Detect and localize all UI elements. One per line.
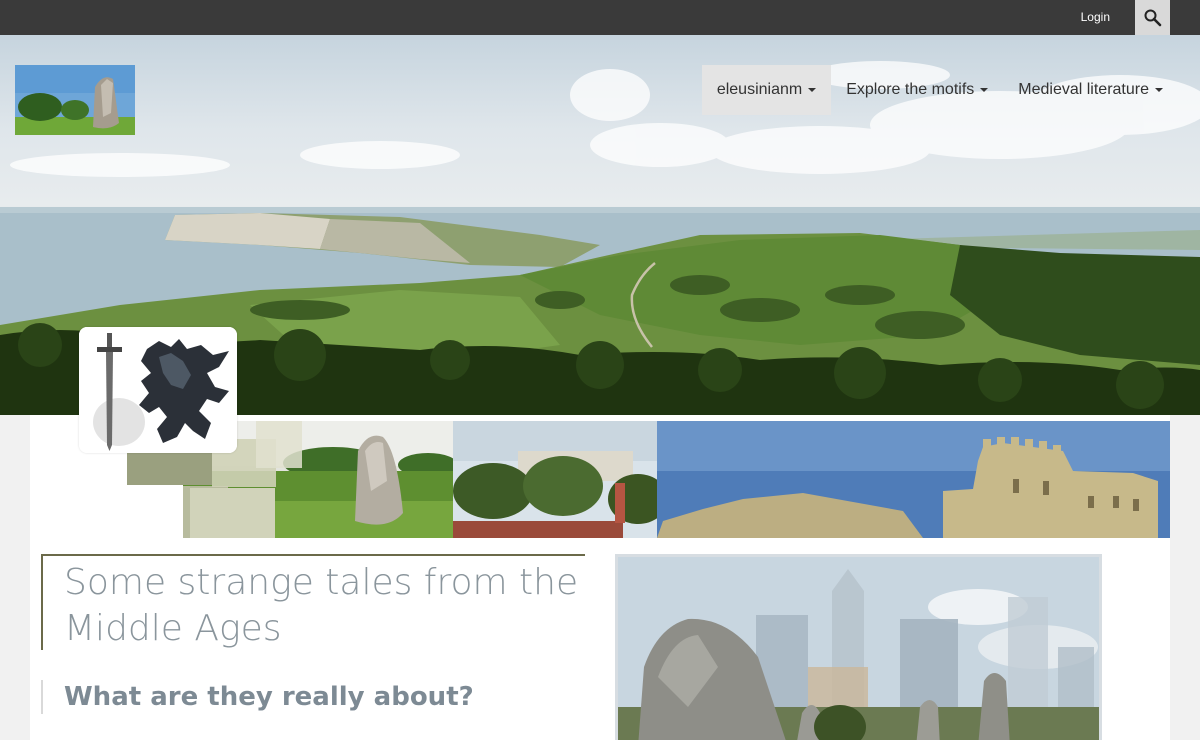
caret-down-icon bbox=[808, 87, 817, 92]
image-strip-collage bbox=[183, 421, 1170, 538]
site-logo[interactable] bbox=[15, 65, 135, 135]
page-title: Some strange tales from the Middle Ages bbox=[64, 562, 579, 649]
caret-down-icon bbox=[980, 87, 989, 92]
main-nav: eleusinianm Explore the motifs Medieval … bbox=[701, 65, 1178, 115]
page-subtitle-block: What are they really about? bbox=[41, 680, 585, 714]
nav-item-medieval-literature[interactable]: Medieval literature bbox=[1003, 65, 1178, 115]
nav-item-explore-motifs[interactable]: Explore the motifs bbox=[831, 65, 1003, 115]
search-icon bbox=[1144, 9, 1161, 26]
heraldic-emblem[interactable] bbox=[79, 327, 237, 453]
decorative-square bbox=[256, 421, 302, 468]
page-title-block: Some strange tales from the Middle Ages bbox=[41, 554, 585, 650]
decorative-square bbox=[190, 488, 275, 538]
feature-image bbox=[615, 554, 1102, 740]
top-bar: Login bbox=[0, 0, 1200, 35]
login-link[interactable]: Login bbox=[1081, 0, 1110, 35]
sword-and-wolf-emblem-image bbox=[79, 327, 237, 453]
caret-down-icon bbox=[1155, 87, 1163, 92]
page-subtitle: What are they really about? bbox=[64, 682, 474, 712]
stones-and-skyline-image bbox=[618, 557, 1099, 740]
standing-stone-logo-image bbox=[15, 65, 135, 135]
header-image-strip bbox=[183, 421, 1170, 538]
search-button[interactable] bbox=[1135, 0, 1170, 35]
nav-item-eleusinianm[interactable]: eleusinianm bbox=[701, 65, 832, 115]
decorative-square bbox=[127, 453, 212, 485]
